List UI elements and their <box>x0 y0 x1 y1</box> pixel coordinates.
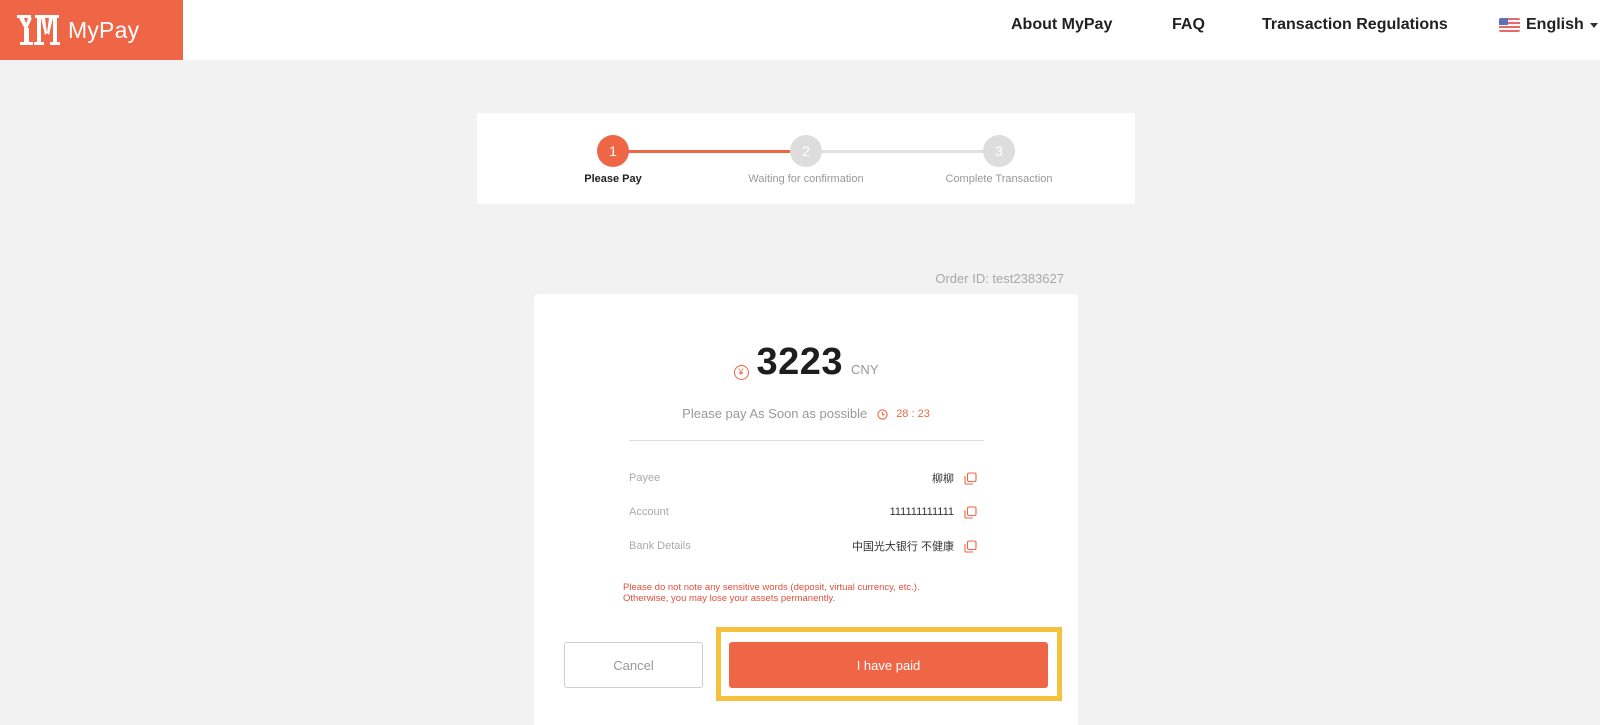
bank-details-label: Bank Details <box>629 540 691 552</box>
account-value: 111111111111 <box>889 506 954 518</box>
chevron-down-icon <box>1589 22 1598 28</box>
brand-logo[interactable]: MyPay <box>0 0 183 60</box>
mypay-logo-icon <box>16 13 60 47</box>
divider <box>629 440 984 441</box>
account-label: Account <box>629 506 669 518</box>
warning-line-1: Please do not note any sensitive words (… <box>623 582 920 593</box>
copy-icon[interactable] <box>964 471 977 485</box>
step-1-label: Please Pay <box>584 173 642 185</box>
warning-line-2: Otherwise, you may lose your assets perm… <box>623 592 836 604</box>
cancel-button[interactable]: Cancel <box>564 642 703 688</box>
nav-faq[interactable]: FAQ <box>1172 0 1205 50</box>
brand-name: MyPay <box>68 16 140 43</box>
step-3-label: Complete Transaction <box>945 173 1053 185</box>
yen-icon: ¥ <box>733 364 749 380</box>
payment-instruction-row: Please pay As Soon as possible 28 : 23 <box>534 406 1078 421</box>
language-selector[interactable]: English <box>1499 0 1598 50</box>
bank-details-value: 中国光大银行 不健康 <box>851 541 954 553</box>
countdown-timer: 28 : 23 <box>896 407 930 420</box>
step-3-circle: 3 <box>983 135 1015 167</box>
step-2-circle: 2 <box>790 135 822 167</box>
nav-about[interactable]: About MyPay <box>1011 0 1112 50</box>
detail-row-bank: Bank Details 中国光大银行 不健康 <box>629 536 977 556</box>
detail-row-payee: Payee 柳柳 <box>629 468 977 488</box>
order-id: Order ID: test2383627 <box>935 271 1064 286</box>
i-have-paid-button[interactable]: I have paid <box>729 642 1048 688</box>
step-1-circle: 1 <box>597 135 629 167</box>
payment-amount: 3223 <box>756 341 844 383</box>
amount-row: ¥ 3223 CNY <box>534 341 1078 384</box>
warning-message: Please do not note any sensitive words (… <box>623 582 983 604</box>
progress-steps: 1 2 3 Please Pay Waiting for confirmatio… <box>477 113 1135 204</box>
step-connector-completed <box>612 150 805 153</box>
copy-icon[interactable] <box>964 539 977 553</box>
step-connector-pending <box>805 150 999 153</box>
language-label: English <box>1526 16 1584 33</box>
step-2-label: Waiting for confirmation <box>748 173 864 185</box>
clock-icon <box>877 408 888 420</box>
payment-instruction: Please pay As Soon as possible <box>682 406 868 421</box>
us-flag-icon <box>1499 18 1520 32</box>
payee-label: Payee <box>629 472 661 484</box>
top-header: MyPay About MyPay FAQ Transaction Regula… <box>0 0 1600 60</box>
copy-icon[interactable] <box>964 505 977 519</box>
nav-transaction-regulations[interactable]: Transaction Regulations <box>1262 0 1448 50</box>
currency-code: CNY <box>851 362 879 377</box>
detail-row-account: Account 111111111111 <box>629 502 977 522</box>
payee-value: 柳柳 <box>932 473 954 485</box>
